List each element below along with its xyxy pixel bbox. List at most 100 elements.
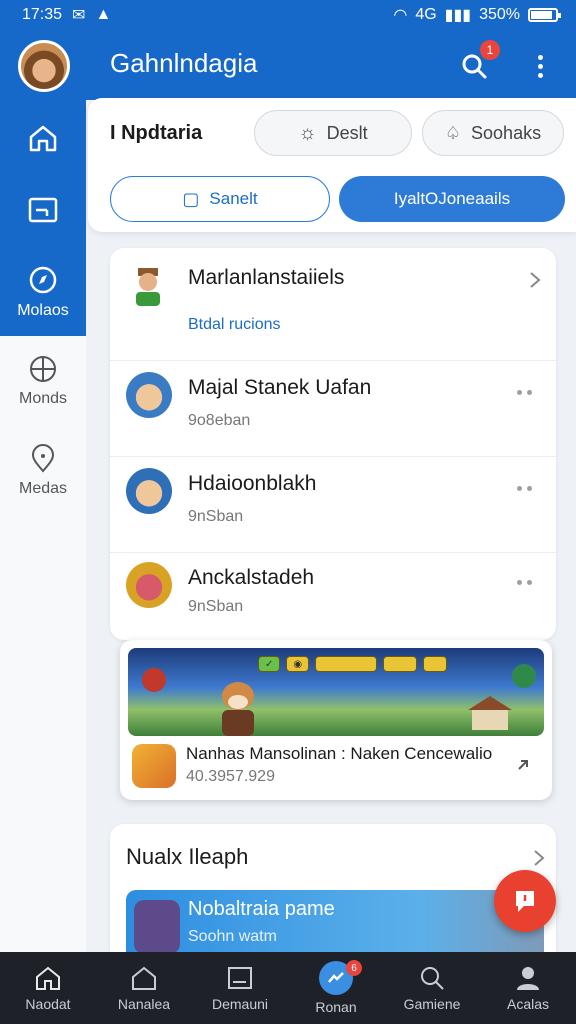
chevron-right-icon (530, 272, 541, 288)
status-time: 17:35 (22, 6, 63, 23)
rail-item-molaos[interactable]: Molaos (0, 264, 86, 320)
game-sub: 40.3957.929 (186, 768, 275, 785)
chip-soohaks[interactable]: ♤ Soohaks (422, 110, 564, 156)
close-icon[interactable] (142, 668, 166, 692)
nav-item-nanalea[interactable]: Nanalea (96, 952, 192, 1024)
house-outline-icon (132, 966, 156, 990)
chevron-right-icon[interactable] (532, 848, 546, 868)
panel-title: I Npdtaria (110, 122, 203, 144)
chip-soohaks-label: Soohaks (471, 122, 542, 143)
list-header-title: Marlanlanstaiiels (188, 266, 345, 289)
rail-item-wallet[interactable] (0, 194, 86, 226)
battery-label: 350% (479, 6, 520, 23)
more-options-button[interactable] (526, 46, 554, 86)
rail-item-medas[interactable]: Medas (0, 444, 86, 498)
game-banner: ✓ ◉ (128, 648, 544, 736)
search-icon (421, 967, 444, 990)
game-app-icon (132, 744, 176, 788)
contact-name: Hdaioonblakh (188, 472, 317, 495)
arrow-icon[interactable] (516, 758, 530, 772)
app-title: Gahnlndagia (110, 48, 258, 78)
nav-item-naodat[interactable]: Naodat (0, 952, 96, 1024)
app-bar: Gahnlndagia 1 (0, 34, 576, 96)
location-pin-icon (31, 444, 55, 473)
contact-sub: 9nSban (188, 508, 244, 525)
compose-fab-button[interactable] (494, 870, 556, 932)
rail-item-monds[interactable]: Monds (0, 354, 86, 408)
contact-sub: 9o8eban (188, 412, 251, 429)
nav-label: Naodat (25, 996, 71, 1012)
person-icon (517, 967, 539, 990)
contact-avatar (126, 562, 172, 608)
contact-name: Anckalstadeh (188, 566, 315, 589)
nav-label: Nanalea (117, 996, 171, 1012)
chip-deslt-label: Deslt (326, 122, 368, 143)
list-item[interactable]: Anckalstadeh 9nSban (110, 552, 556, 640)
side-rail: Molaos Monds Medas (0, 100, 86, 952)
seg-active[interactable]: IyaltOJoneaails (339, 176, 565, 222)
nav-item-acalas[interactable]: Acalas (480, 952, 576, 1024)
more-dots-icon[interactable] (517, 580, 532, 585)
clipboard-icon: ▢ (182, 188, 200, 209)
sun-icon: ☼ (298, 121, 317, 144)
nav-label: Ronan (315, 999, 357, 1015)
rail-item-home[interactable] (0, 122, 86, 154)
nav-badge: 6 (346, 960, 362, 976)
dog-character-icon (222, 682, 254, 736)
more-dots-icon[interactable] (517, 486, 532, 491)
nav-label: Acalas (506, 996, 550, 1012)
chat-icon (516, 891, 534, 912)
rail-label-monds: Monds (18, 390, 68, 407)
rail-label-medas: Medas (18, 480, 68, 497)
wifi-icon: ◠ (393, 7, 408, 24)
battery-icon (528, 8, 561, 22)
seg-sanelt[interactable]: ▢ Sanelt (110, 176, 330, 222)
game-badges: ✓ ◉ (258, 656, 448, 672)
promo-title: Nobaltraia pame (188, 898, 335, 920)
house-icon (468, 696, 512, 730)
globe-icon (30, 356, 56, 382)
top-header: 17:35 ✉ ▲ ◠ 4G ▮▮▮ 350% Gahnlndagia 1 (0, 0, 576, 100)
gallery-icon (228, 967, 252, 989)
more-dots-icon[interactable] (517, 390, 532, 395)
seg-active-label: IyaltOJoneaails (393, 189, 511, 208)
upload-icon: ▲ (95, 6, 112, 23)
section-title: Nualx Ileaph (126, 844, 249, 869)
list-header-link[interactable]: Btdal rucions (188, 316, 281, 334)
network-label: 4G (415, 6, 437, 23)
rail-label-molaos: Molaos (17, 302, 69, 319)
nav-item-ronan[interactable]: 6 Ronan (288, 952, 384, 1024)
nav-item-demauni[interactable]: Demauni (192, 952, 288, 1024)
menu-circle-icon[interactable] (512, 664, 536, 688)
home-icon (29, 125, 57, 152)
contact-name: Majal Stanek Uafan (188, 376, 372, 399)
list-item[interactable]: Majal Stanek Uafan 9o8eban (110, 360, 556, 456)
list-header-row[interactable]: Marlanlanstaiiels Btdal rucions (110, 248, 556, 358)
seg-sanelt-label: Sanelt (209, 189, 258, 208)
bottom-nav: Naodat Nanalea Demauni 6 Ronan Gamiene A… (0, 952, 576, 1024)
nav-item-gamiene[interactable]: Gamiene (384, 952, 480, 1024)
sync-icon: ✉ (72, 7, 86, 24)
promo-sub: Soohn watm (188, 928, 277, 945)
home-icon (36, 966, 60, 990)
list-item[interactable]: Hdaioonblakh 9nSban (110, 456, 556, 552)
status-bar: 17:35 ✉ ▲ ◠ 4G ▮▮▮ 350% (0, 0, 576, 30)
wallet-icon (28, 197, 58, 223)
compass-icon (29, 266, 57, 294)
nav-label: Gamiene (403, 996, 461, 1012)
contacts-card: Marlanlanstaiiels Btdal rucions Majal St… (110, 248, 556, 640)
contact-sub: 9nSban (188, 598, 244, 615)
notification-badge: 1 (480, 40, 500, 60)
chip-deslt[interactable]: ☼ Deslt (254, 110, 412, 156)
filter-panel: I Npdtaria ☼ Deslt ♤ Soohaks ▢ Sanelt Iy… (88, 98, 576, 232)
section-card: Nualx Ileaph Nobaltraia pame Soohn watm (110, 824, 556, 964)
bell-icon: ♤ (444, 122, 462, 143)
character-avatar (136, 268, 160, 306)
game-title: Nanhas Mansolinan : Naken Cencewalio (186, 744, 493, 763)
promo-character-icon (134, 900, 180, 954)
contact-avatar (126, 468, 172, 514)
avatar[interactable] (18, 40, 70, 92)
signal-icon: ▮▮▮ (444, 7, 472, 24)
game-card[interactable]: ✓ ◉ Nanhas Mansolinan : Naken Cencewalio… (120, 640, 552, 800)
nav-label: Demauni (211, 996, 269, 1012)
